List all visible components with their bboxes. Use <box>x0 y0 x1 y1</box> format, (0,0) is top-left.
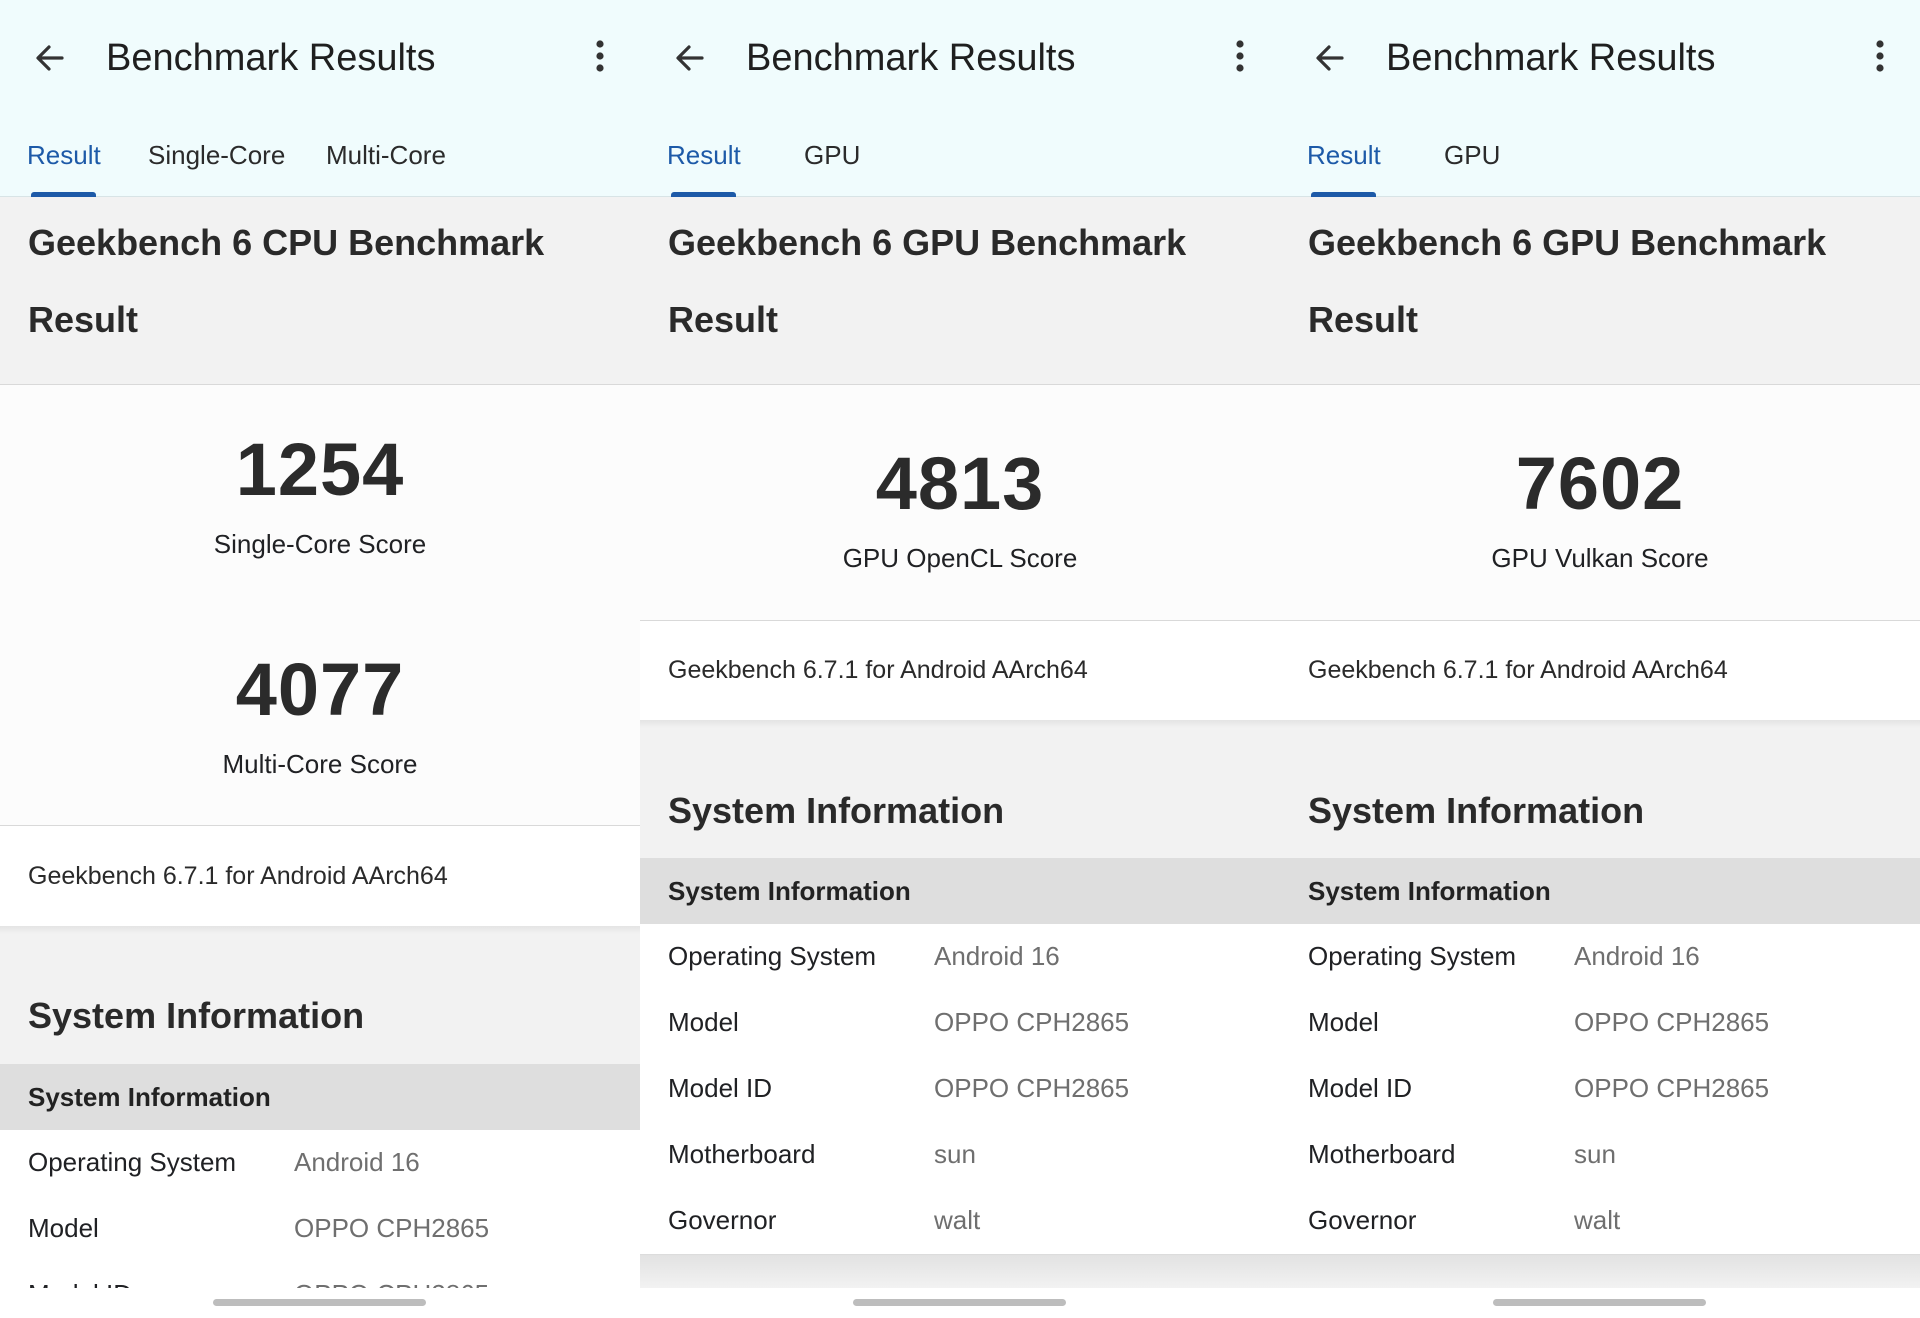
row-value: Android 16 <box>934 941 1060 971</box>
row-key: Motherboard <box>668 1139 816 1169</box>
table-row: Model ID OPPO CPH2865 <box>1280 1056 1920 1123</box>
page-title: Benchmark Results <box>106 37 436 79</box>
table-row: Governor walt <box>640 1188 1280 1255</box>
row-key: Model <box>28 1213 99 1243</box>
row-key: Governor <box>668 1205 777 1235</box>
arrow-left-icon[interactable] <box>30 38 70 78</box>
section-shadow <box>1280 1255 1920 1288</box>
more-vert-icon[interactable] <box>1864 36 1896 76</box>
version-text: Geekbench 6.7.1 for Android AArch64 <box>1308 656 1728 684</box>
table-row: Governor walt <box>1280 1188 1920 1255</box>
benchmark-header: Geekbench 6 GPU Benchmark Result <box>1280 197 1920 384</box>
row-value: walt <box>1574 1205 1621 1235</box>
gpu-opencl-score: 4813 <box>875 442 1045 525</box>
home-indicator[interactable] <box>853 1299 1066 1306</box>
table-row: Model OPPO CPH2865 <box>1280 990 1920 1057</box>
row-value: OPPO CPH2865 <box>1574 1073 1770 1103</box>
gpu-opencl-score-label: GPU OpenCL Score <box>842 543 1078 573</box>
single-core-score-label: Single-Core Score <box>213 529 427 559</box>
row-value: Android 16 <box>1574 941 1700 971</box>
row-value: Android 16 <box>294 1147 420 1177</box>
tab-result[interactable]: Result <box>667 138 741 172</box>
row-key: Model ID <box>668 1073 773 1103</box>
system-info-subheader-label: System Information <box>668 876 911 906</box>
more-vert-icon[interactable] <box>1224 36 1256 76</box>
result-heading: Result <box>28 299 139 340</box>
row-key: Operating System <box>668 941 877 971</box>
row-key: Motherboard <box>1308 1139 1456 1169</box>
benchmark-title: Geekbench 6 GPU Benchmark <box>1308 222 1827 263</box>
system-info-subheader: System Information <box>1280 858 1920 924</box>
row-value: OPPO CPH2865 <box>934 1007 1130 1037</box>
table-row: Model OPPO CPH2865 <box>640 990 1280 1057</box>
screens: Benchmark Results Result Single-Core Mul… <box>0 0 1920 1318</box>
gpu-opencl-results-screen: Benchmark Results Result GPU Geekbench 6… <box>640 0 1280 1318</box>
home-indicator[interactable] <box>1493 1299 1706 1306</box>
more-vert-icon[interactable] <box>584 36 616 76</box>
table-row: Motherboard sun <box>640 1122 1280 1189</box>
system-info-subheader: System Information <box>640 858 1280 924</box>
page-title: Benchmark Results <box>1386 37 1716 79</box>
gpu-vulkan-score-label: GPU Vulkan Score <box>1491 543 1709 573</box>
app-bar: Benchmark Results Result GPU <box>1280 0 1920 197</box>
table-row: Operating System Android 16 <box>640 924 1280 991</box>
table-row: Motherboard sun <box>1280 1122 1920 1189</box>
benchmark-title: Geekbench 6 GPU Benchmark <box>668 222 1187 263</box>
tab-multi-core[interactable]: Multi-Core <box>326 138 446 172</box>
row-key: Model <box>668 1007 739 1037</box>
row-value: OPPO CPH2865 <box>1574 1007 1770 1037</box>
row-value: OPPO CPH2865 <box>294 1213 490 1243</box>
section-shadow <box>640 1255 1280 1288</box>
multi-core-score: 4077 <box>235 648 405 731</box>
system-info-title: System Information <box>1308 790 1645 831</box>
cpu-results-screen: Benchmark Results Result Single-Core Mul… <box>0 0 640 1318</box>
section-shadow <box>0 926 640 934</box>
row-key: Governor <box>1308 1205 1417 1235</box>
system-info-subheader: System Information <box>0 1064 640 1130</box>
system-info-title: System Information <box>28 995 365 1036</box>
home-indicator[interactable] <box>213 1299 426 1306</box>
page-title: Benchmark Results <box>746 37 1076 79</box>
section-shadow <box>1280 720 1920 728</box>
version-text: Geekbench 6.7.1 for Android AArch64 <box>28 862 448 890</box>
benchmark-header: Geekbench 6 GPU Benchmark Result <box>640 197 1280 384</box>
arrow-left-icon[interactable] <box>1310 38 1350 78</box>
system-info-subheader-label: System Information <box>28 1082 271 1112</box>
result-heading: Result <box>1308 299 1419 340</box>
arrow-left-icon[interactable] <box>670 38 710 78</box>
section-shadow <box>640 720 1280 728</box>
system-info-subheader-label: System Information <box>1308 876 1551 906</box>
gpu-vulkan-score: 7602 <box>1515 442 1685 525</box>
tab-result[interactable]: Result <box>1307 138 1381 172</box>
system-info-title: System Information <box>668 790 1005 831</box>
row-key: Model <box>1308 1007 1379 1037</box>
benchmark-title: Geekbench 6 CPU Benchmark <box>28 222 545 263</box>
row-key: Model ID <box>1308 1073 1413 1103</box>
row-value: OPPO CPH2865 <box>934 1073 1130 1103</box>
multi-core-score-label: Multi-Core Score <box>222 749 418 779</box>
version-text: Geekbench 6.7.1 for Android AArch64 <box>668 656 1088 684</box>
benchmark-header: Geekbench 6 CPU Benchmark Result <box>0 197 640 384</box>
app-bar: Benchmark Results Result Single-Core Mul… <box>0 0 640 197</box>
table-row: Operating System Android 16 <box>1280 924 1920 991</box>
result-heading: Result <box>668 299 779 340</box>
tab-result[interactable]: Result <box>27 138 101 172</box>
tab-gpu[interactable]: GPU <box>804 138 860 172</box>
row-key: Operating System <box>1308 941 1517 971</box>
row-value: sun <box>1574 1139 1616 1169</box>
table-row: Model ID OPPO CPH2865 <box>640 1056 1280 1123</box>
table-row: Model OPPO CPH2865 <box>0 1196 640 1263</box>
row-value: sun <box>934 1139 976 1169</box>
row-value: walt <box>934 1205 981 1235</box>
app-bar: Benchmark Results Result GPU <box>640 0 1280 197</box>
table-row: Operating System Android 16 <box>0 1130 640 1197</box>
row-key: Operating System <box>28 1147 237 1177</box>
tab-gpu[interactable]: GPU <box>1444 138 1500 172</box>
tab-single-core[interactable]: Single-Core <box>148 138 285 172</box>
single-core-score: 1254 <box>235 428 405 511</box>
gpu-vulkan-results-screen: Benchmark Results Result GPU Geekbench 6… <box>1280 0 1920 1318</box>
